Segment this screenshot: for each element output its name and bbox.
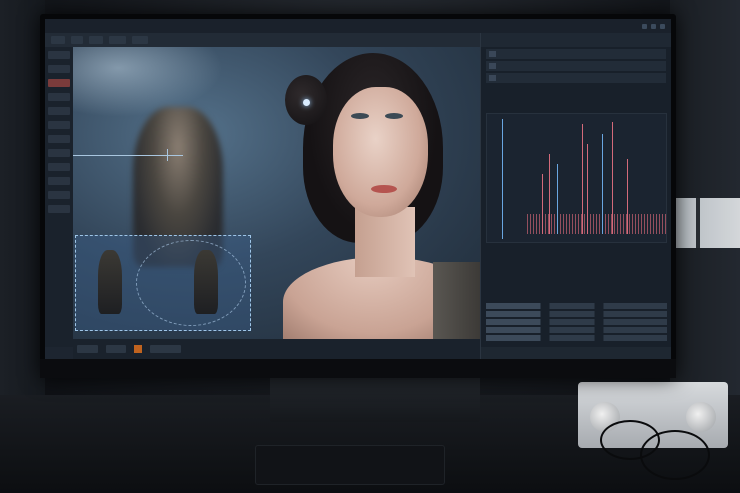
monitor-screen xyxy=(45,19,671,359)
monitor-bezel xyxy=(40,359,676,378)
device-knob-icon xyxy=(686,402,716,432)
graph-spike xyxy=(587,144,588,234)
footer-button[interactable] xyxy=(105,345,127,353)
tool-icon[interactable] xyxy=(48,79,70,87)
graph-spike xyxy=(502,119,503,239)
window-control-icon[interactable] xyxy=(660,23,665,29)
viewport-footer xyxy=(73,339,480,359)
photo-scene xyxy=(0,0,740,493)
panel-status-bar xyxy=(481,347,671,359)
small-figure xyxy=(98,250,122,314)
panel-header xyxy=(481,33,671,47)
bright-window xyxy=(676,198,740,248)
window-control-icon[interactable] xyxy=(651,23,656,29)
eye xyxy=(351,113,369,119)
tool-sidebar xyxy=(45,47,73,347)
graph-spike xyxy=(542,174,543,234)
hair-clip-icon xyxy=(303,99,310,106)
eye xyxy=(385,113,403,119)
toolbar-button[interactable] xyxy=(108,36,127,44)
toolbar-button[interactable] xyxy=(71,36,83,44)
toolbar-button[interactable] xyxy=(88,36,103,44)
tool-icon[interactable] xyxy=(48,177,70,185)
selection-box[interactable] xyxy=(75,235,251,331)
small-figure xyxy=(194,250,218,314)
tool-icon[interactable] xyxy=(48,163,70,171)
background-light xyxy=(73,47,223,117)
panel-row[interactable] xyxy=(486,73,666,83)
track-list xyxy=(486,303,667,347)
tool-icon[interactable] xyxy=(48,65,70,73)
graph-spike xyxy=(549,154,550,234)
properties-panel xyxy=(480,33,671,359)
cable xyxy=(640,430,710,480)
guide-line xyxy=(167,149,168,161)
top-strap xyxy=(433,262,480,339)
list-item[interactable] xyxy=(486,319,667,325)
tool-icon[interactable] xyxy=(48,93,70,101)
panel-row[interactable] xyxy=(486,61,666,71)
tool-icon[interactable] xyxy=(48,135,70,143)
list-item[interactable] xyxy=(486,327,667,333)
tool-icon[interactable] xyxy=(48,205,70,213)
portrait-woman xyxy=(263,47,480,339)
graph-spike xyxy=(582,124,583,234)
window-control-icon[interactable] xyxy=(642,23,647,29)
list-item[interactable] xyxy=(486,335,667,341)
graph-spike xyxy=(612,122,613,234)
waveform-graph[interactable] xyxy=(486,113,668,243)
graph-spike xyxy=(602,134,603,234)
tool-icon[interactable] xyxy=(48,121,70,129)
image-viewport[interactable] xyxy=(73,47,480,339)
circle-guide xyxy=(136,240,246,326)
mouth xyxy=(371,185,397,193)
accent-swatch[interactable] xyxy=(134,345,143,353)
monitor-stand xyxy=(270,372,480,422)
tool-icon[interactable] xyxy=(48,191,70,199)
menu-bar xyxy=(45,19,671,33)
graph-spike xyxy=(627,159,628,234)
toolbar-button[interactable] xyxy=(132,36,149,44)
footer-status xyxy=(150,345,181,353)
list-item[interactable] xyxy=(486,303,667,309)
tool-icon[interactable] xyxy=(48,149,70,157)
tool-icon[interactable] xyxy=(48,51,70,59)
monitor xyxy=(40,14,676,378)
list-item[interactable] xyxy=(486,311,667,317)
toolbar xyxy=(45,33,480,47)
face xyxy=(333,87,428,217)
neck xyxy=(355,207,415,277)
footer-button[interactable] xyxy=(77,345,98,353)
keyboard xyxy=(255,445,445,485)
tool-icon[interactable] xyxy=(48,107,70,115)
panel-row[interactable] xyxy=(486,49,666,59)
graph-spike xyxy=(557,164,558,234)
toolbar-button[interactable] xyxy=(51,36,66,44)
